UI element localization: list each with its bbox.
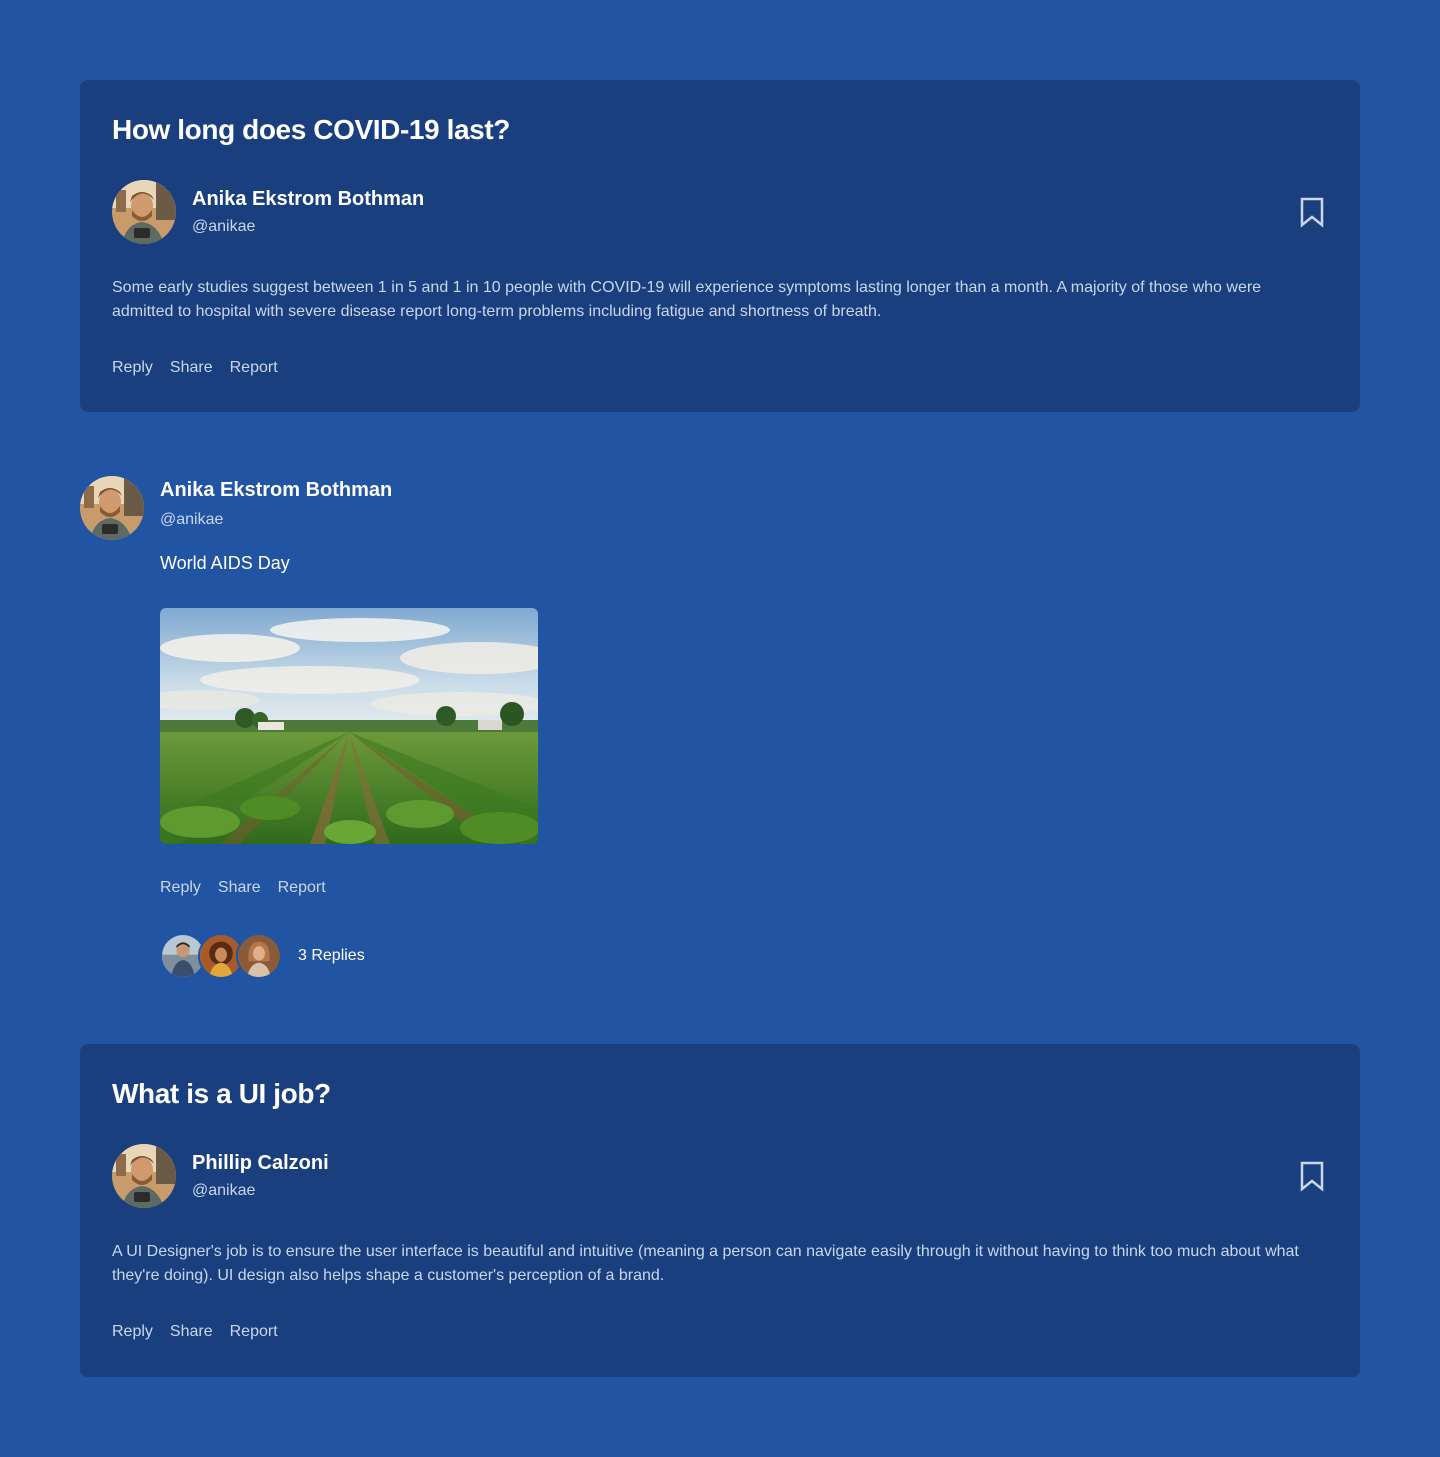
post-text: World AIDS Day — [160, 553, 290, 573]
replies-summary[interactable]: 3 Replies — [160, 932, 365, 980]
author-block: Phillip Calzoni @anikae — [112, 1144, 329, 1208]
replies-count[interactable]: 3 Replies — [298, 947, 365, 965]
bookmark-icon[interactable] — [1298, 1160, 1326, 1192]
bookmark-icon[interactable] — [1298, 196, 1326, 228]
reply-button[interactable]: Reply — [112, 1320, 153, 1344]
author-handle: @anikae — [160, 511, 224, 528]
reply-avatars — [160, 933, 282, 979]
question-body: Some early studies suggest between 1 in … — [112, 279, 1262, 320]
author-name[interactable]: Anika Ekstrom Bothman — [192, 185, 424, 213]
report-button[interactable]: Report — [230, 356, 278, 380]
post-actions: Reply Share Report — [112, 356, 278, 380]
question-card: How long does COVID-19 last? Anika Ekstr… — [80, 80, 1360, 412]
avatar[interactable] — [112, 180, 176, 244]
share-button[interactable]: Share — [170, 1320, 213, 1344]
author-handle: @anikae — [192, 1182, 256, 1199]
share-button[interactable]: Share — [170, 356, 213, 380]
page: How long does COVID-19 last? Anika Ekstr… — [0, 0, 1440, 1457]
post-actions: Reply Share Report — [112, 1320, 278, 1344]
author-block: Anika Ekstrom Bothman @anikae — [112, 180, 424, 244]
image-post: Anika Ekstrom Bothman @anikae World AIDS… — [80, 476, 1360, 996]
farm-field-image[interactable] — [160, 608, 538, 844]
report-button[interactable]: Report — [278, 876, 326, 900]
avatar[interactable] — [80, 476, 144, 540]
report-button[interactable]: Report — [230, 1320, 278, 1344]
reply-button[interactable]: Reply — [160, 876, 201, 900]
post-actions: Reply Share Report — [160, 876, 326, 900]
question-card: What is a UI job? Phillip Calzoni @anika… — [80, 1044, 1360, 1377]
question-title: How long does COVID-19 last? — [112, 114, 510, 145]
author-handle: @anikae — [192, 218, 256, 235]
question-title: What is a UI job? — [112, 1078, 331, 1109]
avatar[interactable] — [112, 1144, 176, 1208]
author-name[interactable]: Anika Ekstrom Bothman — [160, 476, 392, 504]
avatar — [236, 933, 282, 979]
share-button[interactable]: Share — [218, 876, 261, 900]
author-name[interactable]: Phillip Calzoni — [192, 1149, 329, 1177]
question-body: A UI Designer's job is to ensure the use… — [112, 1243, 1299, 1284]
reply-button[interactable]: Reply — [112, 356, 153, 380]
